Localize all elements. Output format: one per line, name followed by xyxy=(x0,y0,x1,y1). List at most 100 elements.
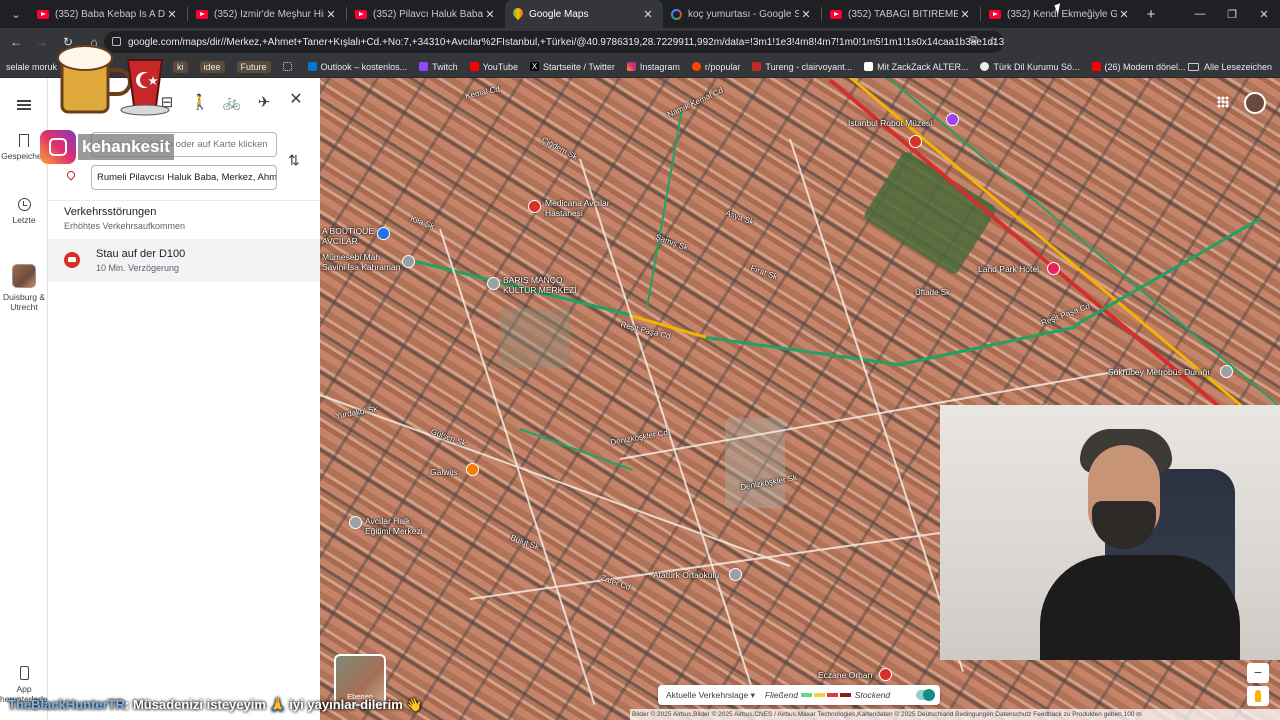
poi-label: Mümesebi Mah Savini İsa Kahraman xyxy=(322,252,401,272)
close-tab-icon[interactable]: ✕ xyxy=(641,8,655,21)
youtube-icon xyxy=(989,9,1001,19)
close-tab-icon[interactable]: ✕ xyxy=(324,8,338,21)
browser-toolbar: ← → ↻ ⌂ google.com/maps/dir//Merkez,+Ahm… xyxy=(0,28,1280,78)
instagram-icon xyxy=(40,130,76,164)
address-bar[interactable]: google.com/maps/dir//Merkez,+Ahmet+Taner… xyxy=(104,31,1004,53)
bookmark-item[interactable]: Instagram xyxy=(621,56,686,78)
bookmark-label: Outlook – kostenlos... xyxy=(320,61,408,72)
traffic-car-icon xyxy=(64,252,80,268)
hotel-icon[interactable] xyxy=(1047,262,1060,275)
close-directions-icon[interactable]: ✕ xyxy=(288,92,304,108)
tab-1[interactable]: (352) İzmir'de Meşhur Hisarönü✕ xyxy=(188,0,346,28)
bookmark-item[interactable]: Twitch xyxy=(413,56,464,78)
tab-3-active[interactable]: Google Maps ✕ xyxy=(505,0,663,28)
culture-center-icon[interactable] xyxy=(487,277,500,290)
street-label: Kila Sk xyxy=(409,214,436,231)
tab-title: (352) İzmir'de Meşhur Hisarönü xyxy=(214,8,324,20)
traffic-scale: Fließend Stockend xyxy=(765,690,890,700)
forward-arrow-icon[interactable]: → xyxy=(30,30,54,54)
bookmark-item[interactable]: selale moruk xyxy=(0,56,63,78)
road-green xyxy=(899,325,1077,366)
traffic-incident-item[interactable]: Stau auf der D100 10 Min. Verzögerung xyxy=(48,239,320,282)
restore-icon[interactable]: ❐ xyxy=(1216,0,1248,28)
all-bookmarks-button[interactable]: Alle Lesezeichen xyxy=(1187,56,1272,78)
civic-building-icon[interactable] xyxy=(402,255,415,268)
youtube-icon xyxy=(830,9,842,19)
poi-label: Eczane Orhan xyxy=(818,670,873,680)
bookmark-item[interactable]: Mit ZackZack ALTER... xyxy=(858,56,974,78)
window-controls: — ❐ ✕ xyxy=(1184,0,1280,28)
destination-input[interactable]: Rumeli Pilavcısı Haluk Baba, Merkez, Ahm… xyxy=(91,165,277,190)
museum-icon[interactable] xyxy=(946,113,959,126)
swap-directions-icon[interactable]: ⇅ xyxy=(288,152,300,169)
rail-trip[interactable]: Duisburg & Utrecht xyxy=(0,264,48,312)
webcam-overlay xyxy=(940,405,1280,660)
bookmark-item[interactable]: Outlook – kostenlos... xyxy=(302,56,414,78)
phone-icon xyxy=(19,666,29,680)
flight-icon[interactable]: ✈ xyxy=(253,92,275,114)
bookmark-label: Twitch xyxy=(432,61,458,72)
street-label: Kemal Cd xyxy=(464,84,501,101)
school-icon[interactable] xyxy=(729,568,742,581)
cycling-icon[interactable]: 🚲 xyxy=(221,92,243,114)
tab-4[interactable]: koç yumurtası - Google Suche✕ xyxy=(663,0,821,28)
restaurant-icon[interactable] xyxy=(466,463,479,476)
back-arrow-icon[interactable]: ← xyxy=(4,30,28,54)
bookmark-label: Instagram xyxy=(639,61,680,72)
apps-grid-bookmark[interactable] xyxy=(277,56,302,78)
bookmark-star-icon[interactable]: ☆ xyxy=(987,34,998,48)
education-icon[interactable] xyxy=(349,516,362,529)
new-tab-button[interactable]: + xyxy=(1139,6,1163,23)
pharmacy-icon[interactable] xyxy=(879,668,892,681)
bookmark-item[interactable]: Tureng - clairvoyant... xyxy=(746,56,858,78)
zoom-out-button[interactable]: − xyxy=(1247,663,1269,683)
bookmark-item[interactable]: Future xyxy=(231,56,277,78)
close-tab-icon[interactable]: ✕ xyxy=(1117,8,1131,21)
hospital-icon[interactable] xyxy=(528,200,541,213)
tab-0[interactable]: (352) Baba Kebap Is A Delicious✕ xyxy=(29,0,187,28)
close-window-icon[interactable]: ✕ xyxy=(1248,0,1280,28)
install-app-icon[interactable]: ⧉ xyxy=(970,34,978,47)
google-apps-icon[interactable] xyxy=(1217,96,1229,108)
bookmark-item[interactable]: r/popular xyxy=(686,56,747,78)
destination-pin-icon xyxy=(65,169,77,181)
bookmark-item[interactable]: Türk Dil Kurumu Sö... xyxy=(974,56,1085,78)
shopping-icon[interactable] xyxy=(377,227,390,240)
tab-2[interactable]: (352) Pilavcı Haluk Baba! Spor✕ xyxy=(347,0,505,28)
walking-icon[interactable]: 🚶 xyxy=(189,92,211,114)
close-tab-icon[interactable]: ✕ xyxy=(483,8,497,21)
traffic-swatch xyxy=(801,693,813,697)
bookmark-label: Mit ZackZack ALTER... xyxy=(877,61,969,72)
traffic-swatch xyxy=(814,693,826,697)
menu-icon[interactable] xyxy=(17,100,31,110)
close-tab-icon[interactable]: ✕ xyxy=(799,8,813,21)
street-label: Gülşen Sk xyxy=(429,426,468,449)
traffic-mode-select[interactable]: Aktuelle Verkehrslage ▾ xyxy=(666,690,755,701)
bookmark-item[interactable]: X Startseite / Twitter xyxy=(524,56,621,78)
rail-recent[interactable]: Letzte xyxy=(0,198,48,225)
street-view-pegman-icon[interactable] xyxy=(1247,686,1269,706)
metrobus-stop-icon[interactable] xyxy=(1220,365,1233,378)
apps-grid-icon xyxy=(282,62,292,71)
traffic-toggle[interactable] xyxy=(916,689,935,701)
account-avatar[interactable] xyxy=(1244,92,1266,114)
minimize-icon[interactable]: — xyxy=(1184,0,1216,28)
incident-delay: 10 Min. Verzögerung xyxy=(96,263,180,273)
youtube-icon xyxy=(1091,62,1101,71)
divider xyxy=(48,200,320,201)
bus-stop-icon[interactable] xyxy=(909,135,922,148)
trip-thumbnail xyxy=(12,264,36,288)
bookmark-item[interactable]: YouTube xyxy=(464,56,524,78)
tab-5[interactable]: (352) TABAĞI BİTİREMEDİM PİL✕ xyxy=(822,0,980,28)
poi-label: Land Park Hotel xyxy=(978,264,1039,274)
close-tab-icon[interactable]: ✕ xyxy=(958,8,972,21)
bookmark-item[interactable]: (26) Modern dönel... xyxy=(1086,56,1192,78)
twitch-icon xyxy=(419,62,429,71)
rail-label: Duisburg & Utrecht xyxy=(2,292,46,312)
tureng-icon xyxy=(752,62,762,71)
bookmark-item[interactable]: idee xyxy=(194,56,231,78)
tdk-icon xyxy=(980,62,990,71)
tab-search-chevron-icon[interactable]: ⌄ xyxy=(3,1,29,27)
close-tab-icon[interactable]: ✕ xyxy=(165,8,179,21)
road-green xyxy=(705,336,905,367)
